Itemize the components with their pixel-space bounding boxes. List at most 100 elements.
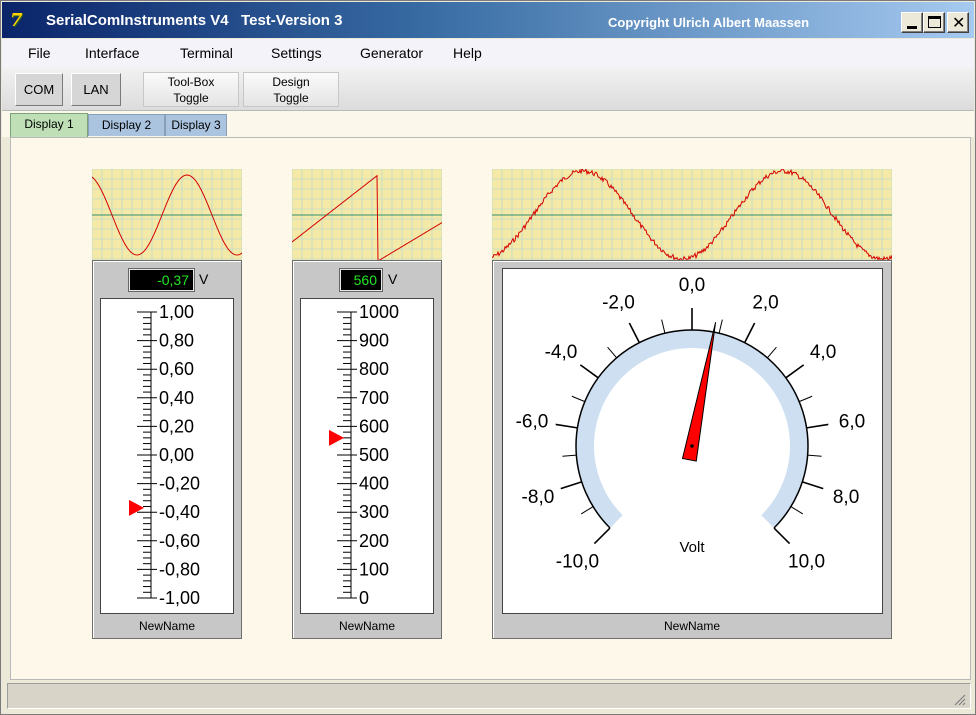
gauge-unit-label: Volt (679, 539, 705, 556)
close-button[interactable]: ✕ (947, 12, 969, 33)
window-title: SerialComInstruments V4 Test-Version 3 (46, 12, 343, 29)
digital-readout-left: -0,37 (128, 268, 195, 292)
gauge-scale-label: 8,0 (833, 487, 859, 508)
scale-label: 0,00 (159, 445, 194, 465)
menu-bar: File Interface Terminal Settings Generat… (2, 39, 974, 67)
com-button[interactable]: COM (15, 73, 63, 106)
linear-scale-middle: 1000 900 800 700 600 500 400 300 200 100 0 (300, 298, 434, 614)
gauge-minor-tick (766, 346, 777, 359)
toolbox-toggle-button[interactable]: Tool-Box Toggle (143, 72, 239, 107)
gauge-scale-label: -10,0 (556, 552, 599, 573)
scale-label: 1,00 (159, 302, 194, 322)
gauge-minor-tick (580, 506, 594, 515)
resize-grip-icon[interactable] (952, 692, 966, 706)
digital-readout-middle: 560 (339, 268, 383, 292)
design-toggle-label-1: Design (272, 75, 310, 89)
tab-display-1[interactable]: Display 1 (10, 113, 88, 137)
instrument-name-gauge: NewName (663, 619, 720, 633)
gauge-minor-tick (798, 395, 813, 403)
menu-interface[interactable]: Interface (85, 45, 139, 61)
scale-label: 0,80 (159, 331, 194, 351)
oscilloscope-right-graph (491, 167, 893, 263)
gauge-major-tick (802, 481, 824, 490)
gauge-scale-label: 10,0 (788, 552, 825, 573)
menu-file[interactable]: File (28, 45, 51, 61)
oscilloscope-left-graph (91, 168, 243, 261)
gauge-scale-label: -2,0 (602, 293, 635, 314)
linear-instrument-middle[interactable]: 560 V 1000 900 800 700 600 500 400 300 200 100 0 N… (292, 260, 442, 639)
linear-scale-left-graph: 1,00 0,80 0,60 0,40 0,20 0,00 -0,20 -0,40 -0,60 -… (129, 302, 200, 608)
gauge-scale-label: -6,0 (516, 412, 549, 433)
gauge-scale-label: 0,0 (679, 275, 705, 296)
minimize-button[interactable] (901, 12, 923, 33)
title-bar[interactable]: 7 SerialComInstruments V4 Test-Version 3… (2, 2, 974, 38)
gauge-major-tick (785, 364, 805, 379)
design-toggle-button[interactable]: Design Toggle (243, 72, 339, 107)
scope-signal-trace (291, 174, 443, 262)
gauge-major-tick (560, 481, 582, 490)
linear-scale-middle-graph: 10009008007006005004003002001000 (329, 302, 399, 608)
gauge-needle-pivot (690, 444, 694, 448)
pointer-marker (329, 429, 344, 446)
instrument-name-middle: NewName (338, 619, 395, 633)
gauge-minor-tick (562, 454, 577, 457)
scale-label: -0,20 (159, 474, 200, 494)
gauge-minor-tick (571, 395, 586, 403)
gauge-major-tick (806, 423, 829, 429)
toolbar: COM LAN Tool-Box Toggle Design Toggle (2, 67, 974, 111)
gauge-major-tick (555, 423, 578, 429)
gauge-scale-label: 6,0 (839, 412, 865, 433)
maximize-icon (928, 16, 941, 28)
scale-label: -0,80 (159, 559, 200, 579)
close-icon: ✕ (952, 13, 966, 32)
design-toggle-label-2: Toggle (273, 91, 309, 105)
menu-generator[interactable]: Generator (360, 45, 423, 61)
maximize-button[interactable] (923, 12, 945, 33)
gauge-minor-tick (607, 346, 618, 359)
toolbox-toggle-label-2: Toggle (173, 91, 209, 105)
gauge-minor-tick (790, 506, 804, 515)
scale-label: 0,20 (159, 416, 194, 436)
scale-label: 700 (359, 388, 389, 408)
gauge-minor-tick (661, 319, 666, 334)
scale-label: 1000 (359, 302, 399, 322)
round-gauge-dial: -10,0 -8,0 -6,0 -4,0 -2,0 0,0 2,0 4,0 6,0 8,0 10,0… (502, 268, 883, 614)
lan-button[interactable]: LAN (71, 73, 121, 106)
scale-label: 600 (359, 416, 389, 436)
app-logo-icon: 7 (10, 10, 23, 31)
scale-label: 100 (359, 559, 389, 579)
linear-instrument-left[interactable]: -0,37 V 1,00 0,80 0,60 0,40 0,20 0,00 -0,20 -0,… (92, 260, 242, 639)
scale-label: 300 (359, 502, 389, 522)
round-gauge-instrument[interactable]: -10,0 -8,0 -6,0 -4,0 -2,0 0,0 2,0 4,0 6,0 8,0 10,0… (492, 260, 892, 639)
scale-label: 500 (359, 445, 389, 465)
scale-label: 400 (359, 474, 389, 494)
status-bar (7, 683, 971, 709)
menu-help[interactable]: Help (453, 45, 482, 61)
oscilloscope-left (91, 168, 243, 261)
gauge-scale-label: 2,0 (752, 293, 778, 314)
scale-label: 0,40 (159, 388, 194, 408)
gauge-major-tick (579, 364, 599, 379)
scale-label: -1,00 (159, 588, 200, 608)
gauge-scale-label: -4,0 (545, 342, 578, 363)
oscilloscope-middle (291, 168, 443, 262)
tab-display-2[interactable]: Display 2 (88, 114, 165, 136)
scale-label: 0 (359, 588, 369, 608)
instrument-name-left: NewName (138, 619, 195, 633)
gauge-minor-tick (718, 319, 723, 334)
tab-display-3[interactable]: Display 3 (165, 114, 227, 136)
unit-label-left: V (199, 271, 209, 287)
oscilloscope-middle-graph (291, 168, 443, 262)
oscilloscope-right (491, 167, 893, 263)
display-tabs: Display 1 Display 2 Display 3 (2, 111, 974, 137)
main-window: 7 SerialComInstruments V4 Test-Version 3… (0, 0, 976, 715)
linear-scale-left: 1,00 0,80 0,60 0,40 0,20 0,00 -0,20 -0,40 -0,60 -… (100, 298, 234, 614)
menu-settings[interactable]: Settings (271, 45, 322, 61)
copyright-text: Copyright Ulrich Albert Maassen (608, 15, 810, 30)
menu-terminal[interactable]: Terminal (180, 45, 233, 61)
minimize-icon (907, 26, 917, 29)
scale-label: 200 (359, 531, 389, 551)
pointer-marker (129, 499, 144, 516)
gauge-scale-label: -8,0 (522, 487, 555, 508)
scale-label: -0,60 (159, 531, 200, 551)
